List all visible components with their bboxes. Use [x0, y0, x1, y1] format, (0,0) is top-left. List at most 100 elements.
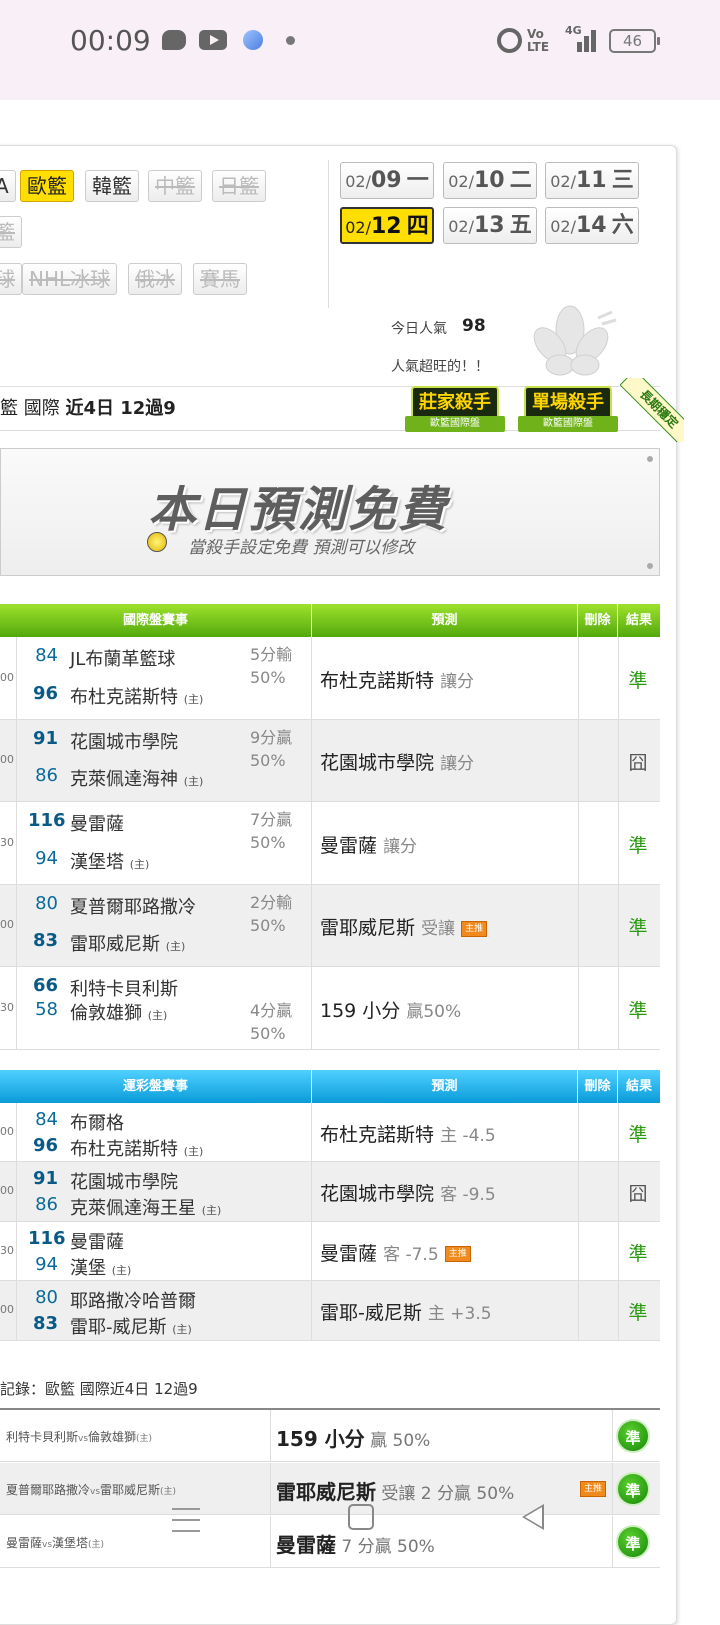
cell-divider: [578, 802, 579, 885]
league-tab[interactable]: NHL冰球: [22, 263, 118, 295]
status-bar: 00:09 Vo LTE 4G 46: [0, 0, 720, 100]
host-marker: (主): [183, 693, 204, 706]
record-match: 利特卡貝利斯vs倫敦雄獅(主): [6, 1428, 152, 1445]
odds-value: 30: [0, 1000, 14, 1014]
header-prediction: 預測: [312, 1070, 578, 1103]
recent-apps-icon[interactable]: [172, 1508, 200, 1532]
prediction: 曼雷薩 客 -7.5 主推: [320, 1239, 471, 1266]
away-team: 布爾格: [70, 1113, 124, 1134]
spread-result: 7分贏 50%: [250, 810, 293, 852]
odds-value: 30: [0, 835, 14, 849]
league-tab[interactable]: 賽馬: [193, 263, 247, 295]
home-team: 雷耶威尼斯 (主): [70, 930, 185, 956]
prediction-type: 受讓: [421, 919, 456, 939]
prediction-type: 讓分: [383, 836, 418, 857]
away-score: 80: [35, 1287, 58, 1308]
home-team-name: 克萊佩達海王星: [70, 1198, 196, 1219]
league-tab[interactable]: 俄冰: [128, 263, 182, 295]
prediction-pick: 曼雷薩: [320, 1242, 378, 1265]
league-tab[interactable]: 歐籃: [20, 170, 74, 202]
date-tab[interactable]: 02/11 三: [545, 162, 639, 199]
table-row: 00 84 JL布蘭革籃球 96 布杜克諾斯特 (主) 5分輸 50% 布杜克諾斯特 讓分 準: [0, 637, 660, 720]
league-tab[interactable]: 韓籃: [85, 170, 139, 202]
away-score: 91: [32, 728, 58, 749]
prediction: 花園城市學院 客 -9.5: [320, 1179, 496, 1206]
date-tab[interactable]: 02/14 六: [545, 207, 639, 244]
badge-single-killer[interactable]: 單場殺手 歐籃國際盤: [518, 386, 618, 436]
clock: 00:09: [70, 24, 151, 57]
away-score: 80: [35, 893, 58, 914]
prediction-pick: 雷耶威尼斯: [320, 917, 416, 939]
league-tab[interactable]: 中籃: [148, 170, 202, 202]
record-prefix: 籃 國際: [0, 398, 66, 419]
date-tab[interactable]: 02/09 一: [340, 162, 434, 199]
record-prediction: 159 小分 贏 50%: [276, 1423, 430, 1452]
international-table-header: 國際盤賽事 預測 刪除 結果: [0, 604, 660, 637]
header-prediction: 預測: [312, 604, 578, 637]
prediction-type: 客 -9.5: [440, 1185, 496, 1205]
home-icon[interactable]: [348, 1504, 374, 1530]
result-mark: 準: [628, 917, 648, 939]
prediction-type: 主 +3.5: [427, 1304, 492, 1324]
prediction: 曼雷薩 讓分: [320, 831, 417, 858]
result-mark: 準: [628, 834, 648, 857]
date-month: 02/: [448, 217, 474, 236]
home-team-name: 布杜克諾斯特: [70, 687, 178, 708]
home-score: 86: [35, 1194, 58, 1215]
cell-divider: [612, 1410, 613, 1462]
date-day: 11: [576, 168, 607, 193]
message-icon: [162, 30, 186, 50]
prediction-pick: 159 小分: [320, 999, 401, 1022]
away-score: 116: [28, 810, 66, 831]
odds-value: 00: [0, 1303, 14, 1316]
home-team-name: 克萊佩達海神: [70, 769, 178, 790]
home-score: 58: [35, 999, 58, 1020]
home-team: 克萊佩達海王星 (主): [70, 1194, 221, 1220]
host-marker: (主): [201, 1204, 222, 1217]
date-tab[interactable]: 02/13 五: [443, 207, 537, 244]
cell-divider: [578, 637, 579, 720]
date-month: 02/: [345, 218, 371, 237]
home-score: 96: [32, 1135, 58, 1156]
prediction-pick: 花園城市學院: [320, 752, 435, 774]
date-month: 02/: [550, 217, 576, 236]
back-icon[interactable]: [522, 1504, 544, 1530]
league-tab[interactable]: 日籃: [212, 170, 266, 202]
badge-bookmaker-killer[interactable]: 莊家殺手 歐籃國際盤: [405, 386, 505, 436]
table-row: 00 80 夏普爾耶路撒冷 83 雷耶威尼斯 (主) 2分輸 50% 雷耶威尼斯 受讓 主推…: [0, 885, 660, 967]
ribbon-label: 長期穩定: [620, 378, 684, 442]
home-team-name: 漢堡: [70, 1258, 106, 1279]
header-result: 結果: [625, 1079, 652, 1094]
spread-result: 5分輸 50%: [250, 645, 293, 687]
cell-divider: [578, 1222, 579, 1281]
league-tab[interactable]: A: [0, 170, 16, 202]
prediction-type: 讓分: [440, 671, 475, 692]
home-score: 94: [35, 1254, 58, 1275]
app-notification-icon: [243, 30, 263, 50]
result-mark: 囧: [628, 1183, 648, 1205]
away-team: 利特卡貝利斯: [70, 979, 178, 1000]
cell-divider: [16, 1162, 17, 1222]
host-marker: (主): [136, 1434, 153, 1444]
date-tab[interactable]: 02/12 四: [340, 207, 434, 244]
league-tab[interactable]: 球: [0, 263, 22, 295]
cell-divider: [578, 1162, 579, 1222]
result-mark: 準: [628, 1302, 648, 1324]
date-day: 13: [474, 213, 505, 238]
header-result: 結果: [625, 613, 652, 628]
system-nav-bar: [0, 1490, 720, 1550]
record-row: 利特卡貝利斯vs倫敦雄獅(主) 159 小分 贏 50% 準: [0, 1410, 660, 1462]
table-row: 30 116 曼雷薩 94 漢堡塔 (主) 7分贏 50% 曼雷薩 讓分準: [0, 802, 660, 885]
cell-divider: [311, 637, 312, 720]
cell-divider: [16, 1281, 17, 1341]
popularity-label: 今日人氣: [391, 321, 447, 337]
date-tab[interactable]: 02/10 二: [443, 162, 537, 199]
away-score: 84: [35, 1109, 58, 1130]
league-tab[interactable]: 籃: [0, 216, 22, 248]
away-team: JL布蘭革籃球: [70, 649, 176, 670]
record-title: 記錄：歐籃 國際近4日 12過9: [0, 1380, 198, 1398]
banner-dot: [647, 456, 653, 462]
home-score: 83: [32, 930, 58, 951]
date-day: 10: [474, 168, 505, 193]
cell-divider: [16, 720, 17, 802]
